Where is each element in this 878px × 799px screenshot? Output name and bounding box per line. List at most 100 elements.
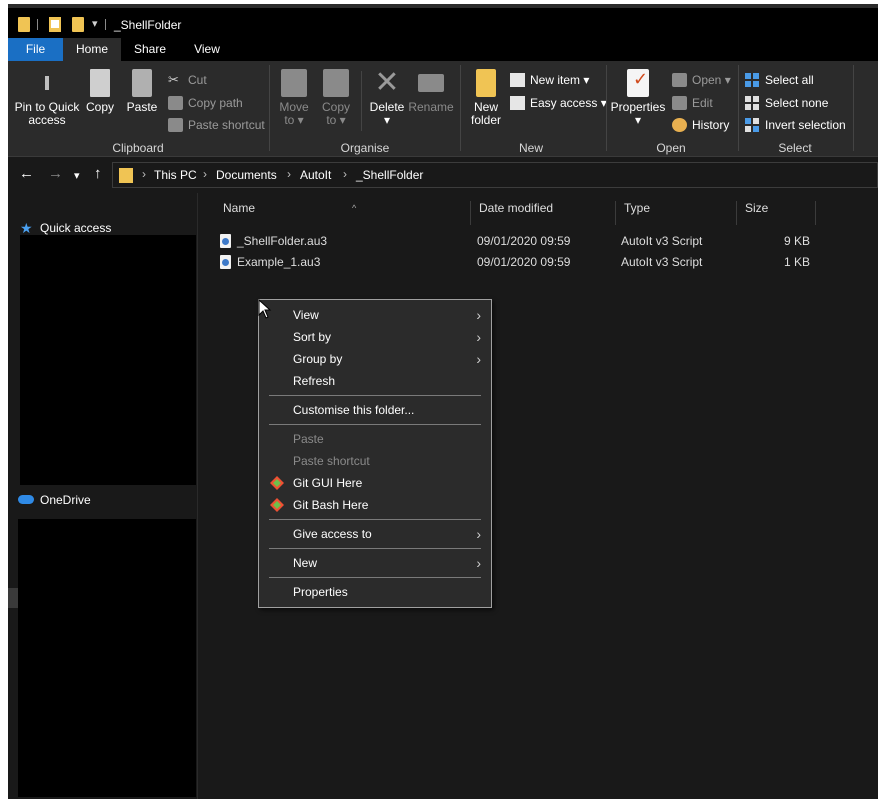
nav-quick-access[interactable]: ★ Quick access (20, 220, 111, 236)
title-bar: ▾ _ShellFolder (8, 4, 878, 38)
file-row[interactable]: Example_1.au3 09/01/2020 09:59 AutoIt v3… (199, 252, 878, 273)
copy-label: Copy (85, 100, 114, 114)
menu-item-label: View (293, 308, 319, 322)
copy-to-label-2: to (326, 113, 337, 127)
move-to-button[interactable]: Move to ▾ (274, 69, 314, 127)
menu-item-view[interactable]: View › (259, 304, 491, 326)
rename-icon (418, 74, 444, 92)
properties-check-icon[interactable] (49, 17, 61, 32)
breadcrumb-this-pc[interactable]: This PC (154, 168, 197, 182)
column-header-type[interactable]: Type (617, 201, 737, 225)
menu-item-label: Customise this folder... (293, 403, 415, 417)
tab-home[interactable]: Home (63, 38, 121, 61)
select-all-button[interactable]: Select all (745, 71, 814, 89)
column-header-name[interactable]: ^ Name (216, 201, 471, 225)
menu-item-refresh[interactable]: Refresh (259, 370, 491, 392)
history-button[interactable]: History (672, 116, 729, 134)
column-header-date[interactable]: Date modified (472, 201, 616, 225)
nav-onedrive-label: OneDrive (40, 493, 91, 507)
pin-icon (36, 69, 58, 97)
menu-item-git-bash[interactable]: Git Bash Here (259, 494, 491, 516)
edit-button[interactable]: Edit (672, 94, 713, 112)
invert-selection-label: Invert selection (765, 118, 846, 132)
paste-shortcut-icon (168, 118, 183, 132)
divider (105, 19, 106, 30)
new-folder-button[interactable]: New folder (466, 69, 506, 127)
menu-separator (269, 424, 481, 425)
paste-shortcut-button[interactable]: Paste shortcut (168, 116, 265, 134)
menu-item-label: Paste shortcut (293, 454, 370, 468)
open-button[interactable]: Open ▾ (672, 71, 731, 89)
paste-button[interactable]: Paste (124, 69, 160, 114)
move-to-icon (281, 69, 307, 97)
select-none-button[interactable]: Select none (745, 94, 828, 112)
menu-item-label: Paste (293, 432, 324, 446)
menu-item-customise-folder[interactable]: Customise this folder... (259, 399, 491, 421)
menu-item-git-gui[interactable]: Git GUI Here (259, 472, 491, 494)
redacted-area (20, 235, 196, 485)
new-folder-label-1: New (473, 100, 498, 114)
copy-path-button[interactable]: Copy path (168, 94, 243, 112)
ribbon-tabs: File Home Share View (8, 38, 878, 61)
context-menu: View › Sort by › Group by › Refresh Cust… (258, 299, 492, 608)
properties-button[interactable]: Properties▾ (610, 69, 666, 127)
copy-to-button[interactable]: Copy to ▾ (316, 69, 356, 127)
new-folder-label-2: folder (470, 113, 502, 127)
properties-label: Properties (610, 100, 666, 114)
breadcrumb-shellfolder[interactable]: _ShellFolder (356, 168, 423, 182)
menu-item-give-access[interactable]: Give access to › (259, 523, 491, 545)
file-name: Example_1.au3 (237, 255, 321, 269)
tab-share[interactable]: Share (121, 38, 179, 61)
select-all-label: Select all (765, 73, 814, 87)
rename-button[interactable]: Rename (408, 69, 454, 114)
chevron-right-icon: › (476, 329, 481, 345)
nav-onedrive[interactable]: OneDrive (18, 493, 91, 507)
menu-item-paste-shortcut[interactable]: Paste shortcut (259, 450, 491, 472)
up-arrow-icon[interactable]: ↑ (94, 166, 102, 182)
delete-button[interactable]: ✕ Delete ▾ (366, 66, 408, 127)
breadcrumb-separator-icon[interactable]: › (142, 167, 146, 181)
column-name-label: Name (223, 201, 256, 215)
chevron-right-icon: › (476, 555, 481, 571)
new-folder-icon[interactable] (72, 17, 84, 32)
address-bar[interactable]: › This PC › Documents › AutoIt › _ShellF… (112, 162, 878, 188)
recent-locations-chevron-icon[interactable]: ▾ (74, 168, 80, 184)
rename-label: Rename (408, 100, 454, 114)
tab-view[interactable]: View (179, 38, 235, 61)
history-icon (672, 118, 687, 132)
menu-item-sort-by[interactable]: Sort by › (259, 326, 491, 348)
menu-item-paste[interactable]: Paste (259, 428, 491, 450)
menu-item-group-by[interactable]: Group by › (259, 348, 491, 370)
menu-item-label: Properties (293, 585, 348, 599)
copy-button[interactable]: Copy (84, 69, 116, 114)
delete-x-icon: ✕ (374, 66, 400, 99)
new-item-button[interactable]: New item ▾ (510, 71, 589, 89)
delete-label: Delete (369, 100, 405, 114)
breadcrumb-separator-icon[interactable]: › (343, 167, 347, 181)
history-label: History (692, 118, 730, 132)
menu-item-new[interactable]: New › (259, 552, 491, 574)
properties-check-icon (627, 69, 649, 97)
breadcrumb-autoit[interactable]: AutoIt (300, 168, 331, 182)
edit-pencil-icon (672, 96, 687, 110)
new-item-label: New item (530, 73, 581, 87)
easy-access-icon (510, 96, 525, 110)
scrollbar-thumb[interactable] (8, 588, 18, 608)
breadcrumb-separator-icon[interactable]: › (203, 167, 207, 181)
easy-access-button[interactable]: Easy access ▾ (510, 94, 607, 112)
back-arrow-icon[interactable]: ← (19, 166, 34, 182)
tab-file[interactable]: File (8, 38, 63, 61)
select-group-label: Select (778, 141, 812, 155)
menu-item-properties[interactable]: Properties (259, 581, 491, 603)
pin-to-quick-access-button[interactable]: Pin to Quick access (12, 69, 82, 127)
forward-arrow-icon[interactable]: → (48, 166, 63, 182)
folder-icon (119, 168, 133, 183)
customize-toolbar-dropdown-icon[interactable]: ▾ (92, 17, 98, 30)
menu-separator (269, 519, 481, 520)
invert-selection-button[interactable]: Invert selection (745, 116, 846, 134)
breadcrumb-documents[interactable]: Documents (216, 168, 277, 182)
file-row[interactable]: _ShellFolder.au3 09/01/2020 09:59 AutoIt… (199, 231, 878, 252)
cut-button[interactable]: ✂ Cut (168, 71, 207, 89)
breadcrumb-separator-icon[interactable]: › (287, 167, 291, 181)
column-header-size[interactable]: Size (738, 201, 816, 225)
